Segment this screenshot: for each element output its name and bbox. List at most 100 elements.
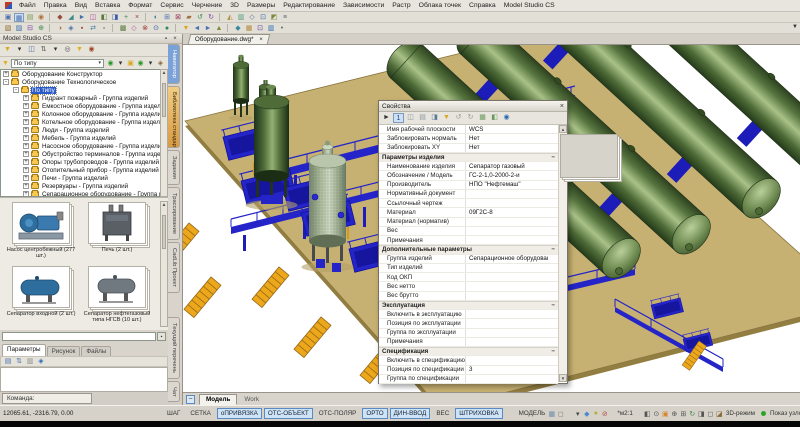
property-value[interactable] bbox=[465, 218, 548, 226]
panel-tab[interactable]: Файлы bbox=[81, 346, 111, 356]
toolbar-icon[interactable]: ◭ bbox=[225, 13, 235, 22]
property-value[interactable] bbox=[465, 190, 548, 198]
section-collapse-icon[interactable]: − bbox=[548, 246, 558, 253]
property-value[interactable] bbox=[465, 236, 548, 244]
properties-toolbar-icon[interactable]: ▦ bbox=[477, 113, 488, 123]
close-icon[interactable]: × bbox=[171, 36, 179, 42]
status-toggle[interactable]: оПРИВЯЗКА bbox=[217, 408, 262, 419]
menu-item[interactable]: Файл bbox=[15, 2, 40, 9]
tree-item[interactable]: + Печи - Группа изделий bbox=[23, 174, 160, 182]
toolbar-icon[interactable]: ▫ bbox=[99, 24, 109, 33]
filter-combo[interactable]: По типу ▾ bbox=[11, 59, 104, 68]
minimize-icon[interactable]: − bbox=[186, 395, 195, 404]
parameters-toolbar-icon[interactable]: ⇅ bbox=[14, 357, 24, 366]
tree-item[interactable]: + Котельное оборудование - Группа издели… bbox=[23, 118, 160, 126]
filter-action-icon[interactable]: ▾ bbox=[116, 59, 125, 68]
toolbar-icon[interactable]: ↻ bbox=[206, 13, 216, 22]
menu-item[interactable]: Вставка bbox=[91, 2, 124, 9]
property-row[interactable]: Имя рабочей плоскости WCS bbox=[379, 125, 558, 134]
property-row[interactable]: Дополнительные параметры − bbox=[379, 245, 558, 254]
toolbar-icon[interactable]: ► bbox=[203, 24, 213, 33]
panel-toolbar-icon[interactable]: ◫ bbox=[26, 45, 37, 55]
property-row[interactable]: Группа по спецификации bbox=[379, 375, 558, 384]
side-tab[interactable]: Задания bbox=[168, 150, 180, 185]
properties-toolbar-icon[interactable]: ◫ bbox=[405, 113, 416, 123]
scroll-down-icon[interactable]: ▼ bbox=[559, 374, 567, 382]
property-row[interactable]: Ссылочный чертеж bbox=[379, 199, 558, 208]
properties-title-bar[interactable]: Свойства × bbox=[379, 101, 567, 112]
property-row[interactable]: Тип изделий bbox=[379, 264, 558, 273]
toolbar-icon[interactable]: ◨ bbox=[110, 13, 120, 22]
tree-expander[interactable]: + bbox=[23, 167, 29, 173]
panel-toolbar-icon[interactable]: ⇅ bbox=[38, 45, 49, 55]
tree-expander[interactable]: + bbox=[23, 119, 29, 125]
toolbar-icon[interactable]: ▥ bbox=[266, 24, 276, 33]
tree-expander[interactable]: + bbox=[23, 183, 29, 189]
properties-toolbar-icon[interactable]: 1 bbox=[393, 113, 404, 123]
menu-item[interactable]: Черчение bbox=[188, 2, 227, 9]
side-tab[interactable]: Текущий перечень bbox=[168, 317, 180, 379]
tree-item[interactable]: + Сепарационное оборудование - Группа из… bbox=[23, 190, 160, 197]
toolbar-icon[interactable]: ▤ bbox=[25, 13, 35, 22]
property-row[interactable]: Позиция по спецификации 3 bbox=[379, 366, 558, 375]
toolbar-icon[interactable]: ◉ bbox=[36, 13, 46, 22]
toolbar-icon[interactable] bbox=[49, 24, 53, 32]
property-row[interactable]: Группа по эксплуатации bbox=[379, 329, 558, 338]
navigation-icon[interactable]: ◪ bbox=[715, 410, 724, 418]
status-toggle[interactable]: ШАГ bbox=[163, 408, 184, 419]
property-value[interactable] bbox=[465, 319, 548, 327]
tree-item[interactable]: + Отопительный прибор - Группа изделий bbox=[23, 166, 160, 174]
toolbar-icon[interactable]: ◢ bbox=[66, 13, 76, 22]
toolbar-icon[interactable]: ≡ bbox=[280, 13, 290, 22]
menu-item[interactable]: Зависимости bbox=[339, 2, 388, 9]
property-value[interactable] bbox=[465, 310, 548, 318]
panel-toolbar-icon[interactable]: ▾ bbox=[50, 45, 61, 55]
toolbar-icon[interactable]: ⊕ bbox=[36, 24, 46, 33]
toolbar-icon[interactable]: ▥ bbox=[236, 13, 246, 22]
navigation-icon[interactable]: ▣ bbox=[661, 410, 670, 418]
property-value[interactable]: Сепаратор газовый bbox=[465, 162, 548, 170]
drawing-tab[interactable]: Оборудование.dwg* × bbox=[188, 34, 271, 44]
toolbar-icon[interactable]: ◄ bbox=[192, 24, 202, 33]
model-space-icon[interactable]: ▦ bbox=[547, 410, 556, 418]
card-furnace[interactable]: Печь (2 шт.) bbox=[80, 202, 154, 264]
menu-item[interactable]: Справка bbox=[465, 2, 500, 9]
annotation-icon[interactable]: ▾ bbox=[573, 410, 582, 418]
filter-action-icon[interactable]: ▾ bbox=[146, 59, 155, 68]
tree-item[interactable]: + Насосное оборудование - Группа изделий bbox=[23, 142, 160, 150]
toolbar-icon[interactable]: ◧ bbox=[99, 13, 109, 22]
toolbar-icon[interactable]: ▪ bbox=[77, 24, 87, 33]
status-toggle[interactable]: ДИН-ВВОД bbox=[390, 408, 431, 419]
tree-expander[interactable]: + bbox=[23, 151, 29, 157]
property-row[interactable]: Заблокировать XY Нет bbox=[379, 144, 558, 153]
section-collapse-icon[interactable]: − bbox=[548, 302, 558, 309]
menu-item[interactable]: Model Studio CS bbox=[500, 2, 559, 9]
card-pump[interactable]: Насос центробежный (277 шт.) bbox=[4, 202, 78, 264]
tree-item[interactable]: + Обустройство терминалов - Группа издел… bbox=[23, 150, 160, 158]
menu-item[interactable]: Сервис bbox=[156, 2, 187, 9]
property-value[interactable]: НПО "Нефтемаш" bbox=[465, 181, 548, 189]
property-row[interactable]: Позиция по эксплуатации bbox=[379, 319, 558, 328]
toolbar-icon[interactable] bbox=[227, 24, 231, 32]
parameters-toolbar-icon[interactable]: ◈ bbox=[36, 357, 46, 366]
tree-expander[interactable]: + bbox=[23, 95, 29, 101]
toolbar-icon[interactable] bbox=[112, 24, 116, 32]
model-space-icon[interactable]: ◻ bbox=[556, 410, 565, 418]
tree-item[interactable]: + Гидрант пожарный - Группа изделий bbox=[23, 94, 160, 102]
toolbar-icon[interactable]: ◐ bbox=[151, 13, 161, 22]
toolbar-icon[interactable]: ◆ bbox=[233, 24, 243, 33]
property-row[interactable]: Наименование изделия Сепаратор газовый bbox=[379, 162, 558, 171]
section-collapse-icon[interactable]: − bbox=[548, 154, 558, 161]
toolbar-icon[interactable]: ▰ bbox=[184, 13, 194, 22]
pin-icon[interactable]: ▪ bbox=[162, 36, 170, 42]
toolbar-icon[interactable]: ▣ bbox=[3, 13, 13, 22]
navigation-icon[interactable]: ◻ bbox=[706, 410, 715, 418]
toolbar-icon[interactable]: × bbox=[132, 13, 142, 22]
3d-mode-label[interactable]: 3D-режим bbox=[726, 410, 755, 417]
cards-scrollbar[interactable]: ▲ bbox=[160, 201, 168, 327]
tree-expander[interactable]: - bbox=[3, 79, 9, 85]
filter-action-icon[interactable]: ◈ bbox=[156, 59, 165, 68]
toolbar-icon[interactable]: ◇ bbox=[247, 13, 257, 22]
tree-expander[interactable]: + bbox=[23, 135, 29, 141]
status-toggle[interactable]: ОРТО bbox=[362, 408, 387, 419]
